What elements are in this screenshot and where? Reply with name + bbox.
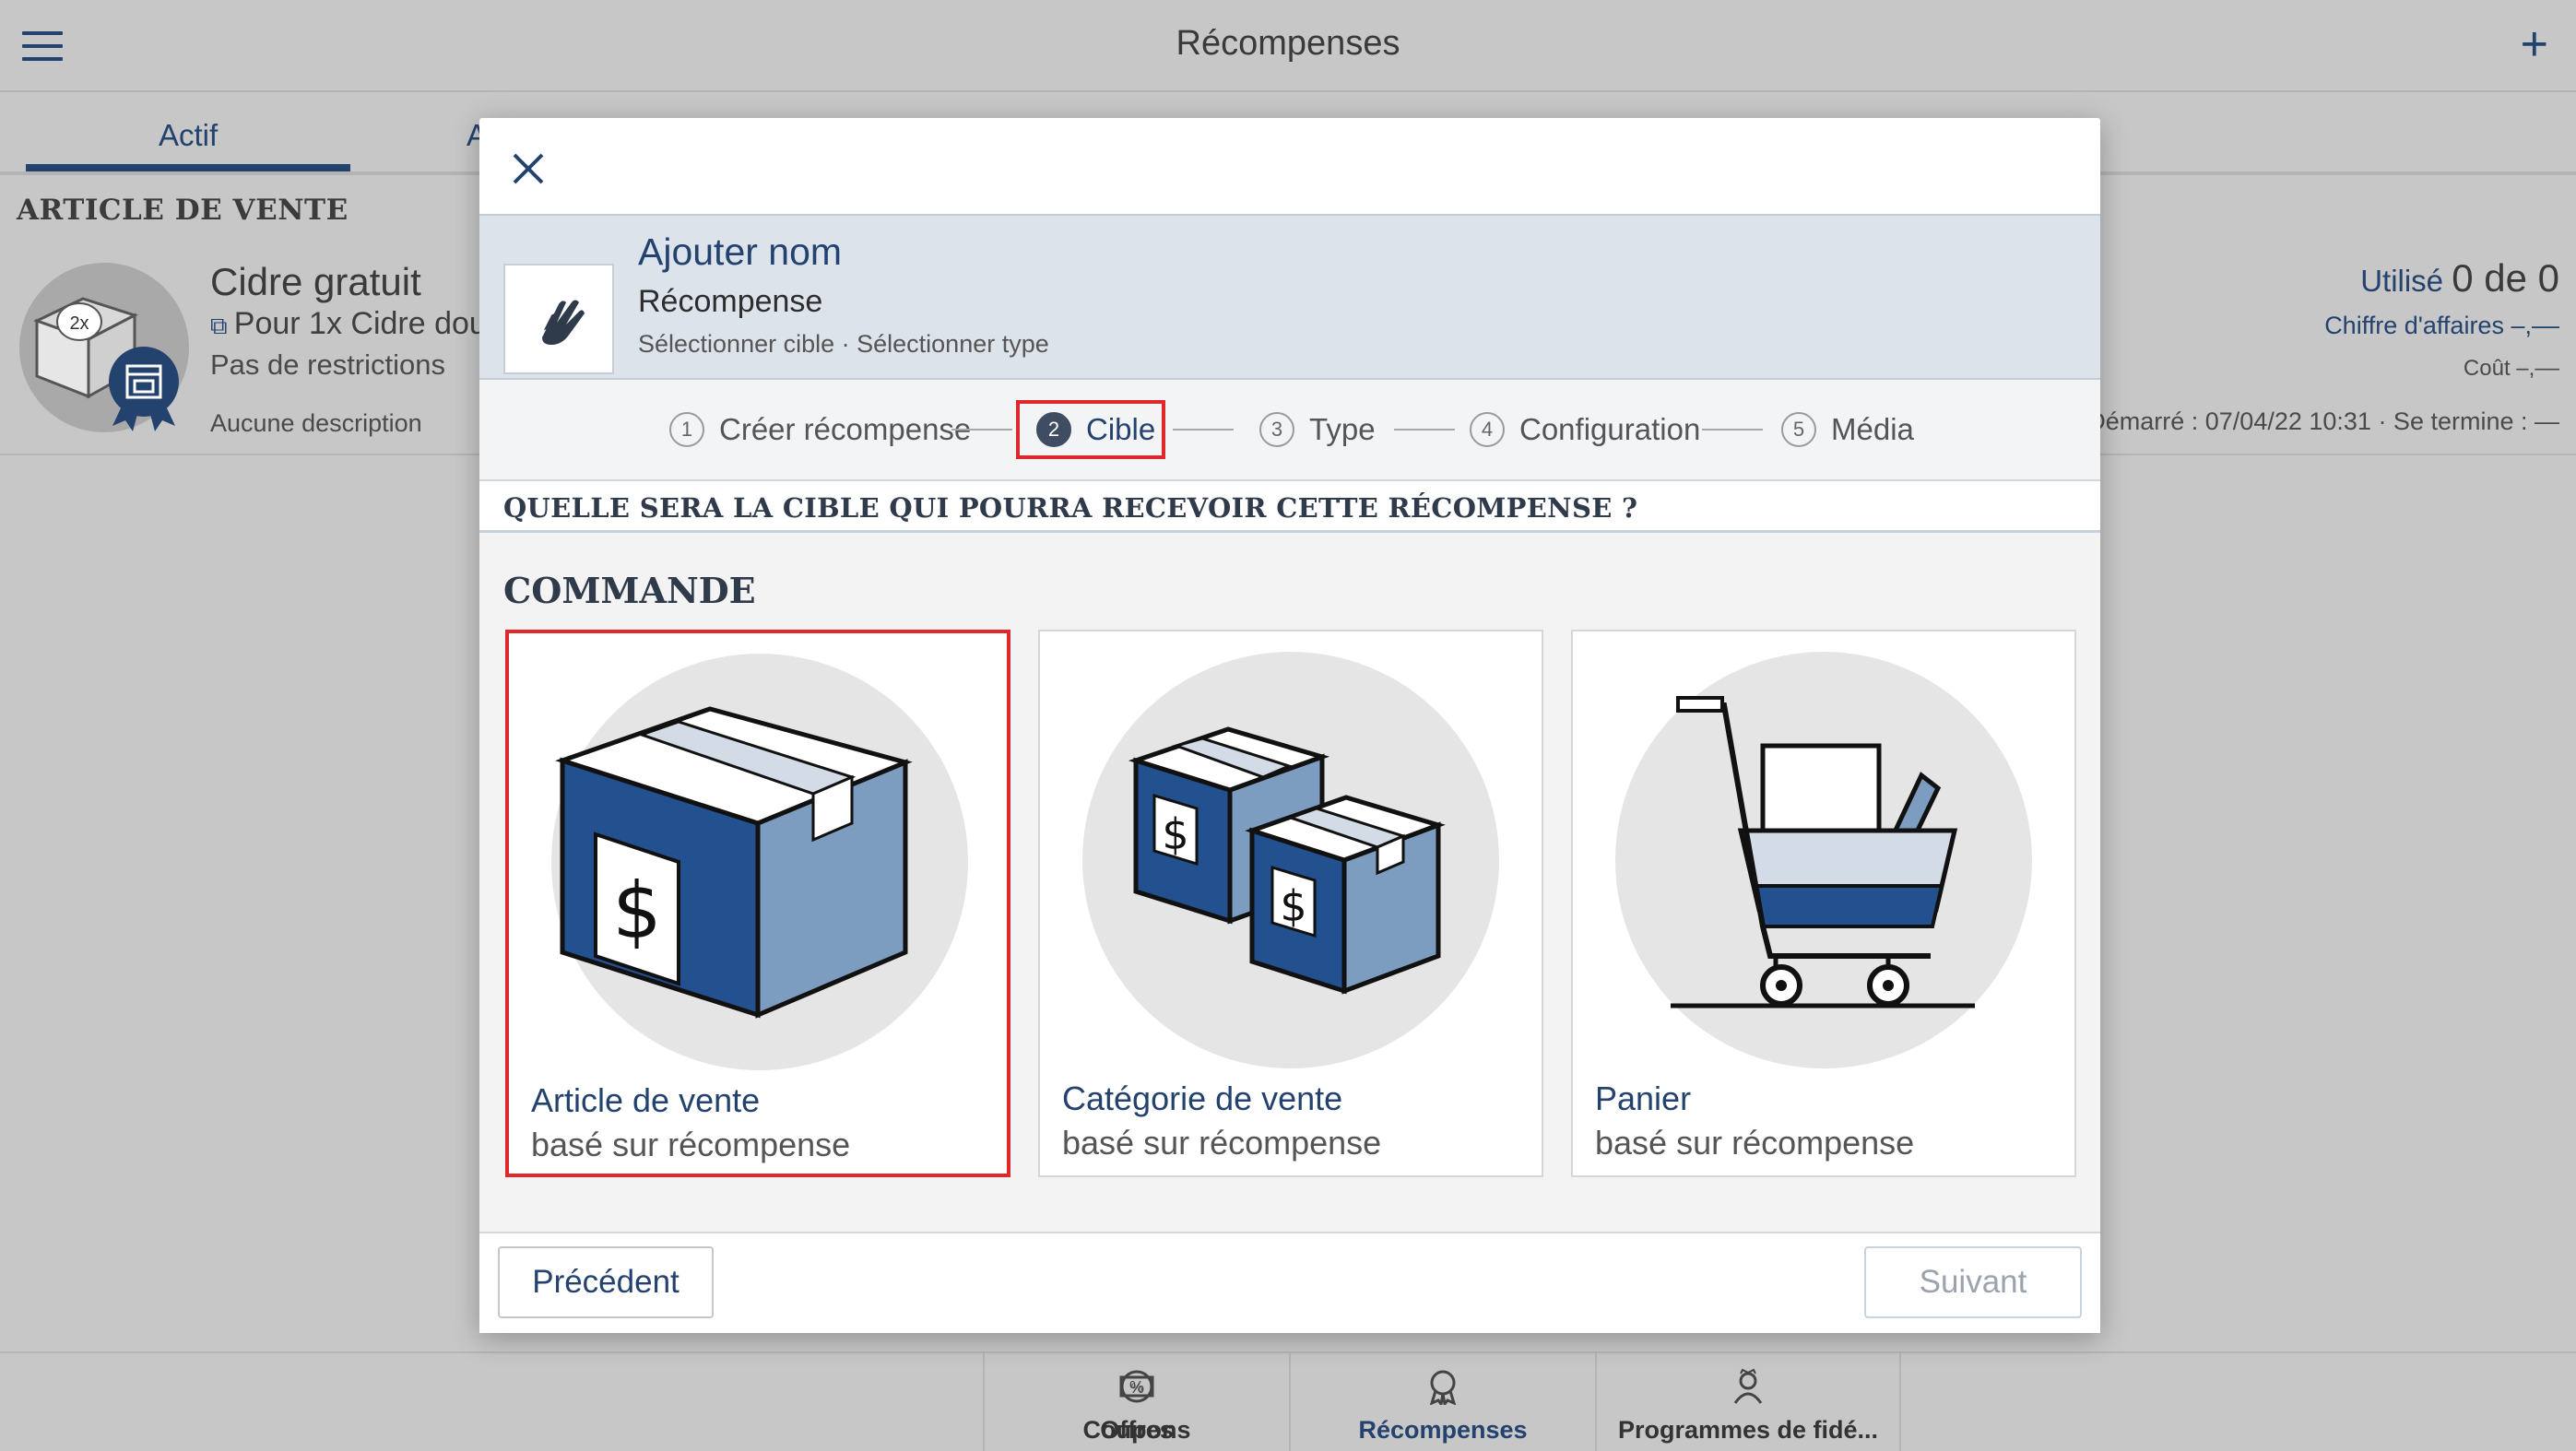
option-sales-category[interactable]: $ $ Catégorie de vente basé sur récompen…: [1038, 630, 1543, 1177]
page-title: Récompenses: [1176, 24, 1400, 63]
step-connector: [1702, 429, 1763, 431]
tab-active[interactable]: Actif: [159, 118, 218, 153]
step-label: Type: [1309, 412, 1376, 446]
step-media[interactable]: 5 Média: [1781, 411, 1914, 448]
wizard-stepper: 1 Créer récompense 2 Cible 3 Type 4 Conf…: [479, 380, 2100, 479]
nav-loyalty-label: Programmes de fidé...: [1617, 1416, 1879, 1444]
current-step-highlight: [1016, 400, 1165, 459]
hand-icon: [542, 300, 585, 345]
step-number: 4: [1470, 412, 1505, 447]
question-bar: QUELLE SERA LA CIBLE QUI POURRA RECEVOIR…: [479, 479, 2100, 533]
section-header: ARTICLE DE VENTE: [17, 194, 349, 227]
step-label: Configuration: [1519, 412, 1701, 446]
reward-thumbnail[interactable]: [503, 264, 614, 374]
step-number: 5: [1781, 412, 1816, 447]
step-type[interactable]: 3 Type: [1259, 411, 1376, 448]
dialog-footer: [479, 1232, 2100, 1333]
option-subtitle: basé sur récompense: [531, 1126, 851, 1163]
category-heading: COMMANDE: [503, 570, 756, 611]
item-cost: Coût –,––: [2463, 356, 2559, 381]
step-label: Média: [1831, 412, 1914, 446]
close-icon[interactable]: [507, 147, 549, 190]
option-sales-item[interactable]: $ Article de vente basé sur récompense: [505, 630, 1010, 1177]
svg-text:$: $: [1162, 809, 1188, 859]
step-label: Créer récompense: [719, 412, 972, 446]
item-title: Cidre gratuit: [210, 260, 421, 303]
step-number: 1: [669, 412, 704, 447]
option-subtitle: basé sur récompense: [1062, 1124, 1382, 1162]
bottom-navigation: % Offres % Coupons Récompenses Programme…: [0, 1351, 2576, 1451]
add-icon[interactable]: +: [2521, 20, 2548, 68]
reward-box-icon: 2x: [19, 263, 189, 432]
next-button[interactable]: Suivant: [1864, 1246, 2082, 1318]
step-configuration[interactable]: 4 Configuration: [1470, 411, 1700, 448]
reward-hint: Sélectionner cible · Sélectionner type: [638, 330, 1049, 358]
nav-rewards-label: Récompenses: [1358, 1416, 1528, 1444]
option-cart[interactable]: Panier basé sur récompense: [1571, 630, 2076, 1177]
usage-label: Utilisé: [2360, 264, 2444, 298]
option-title: Catégorie de vente: [1062, 1079, 1343, 1117]
create-reward-dialog: Ajouter nom Récompense Sélectionner cibl…: [479, 118, 2100, 1333]
item-subtitle-text: Pour 1x Cidre dou: [233, 306, 487, 341]
nav-loyalty[interactable]: Programmes de fidé...: [1595, 1353, 1901, 1451]
loyalty-icon: [1733, 1368, 1763, 1404]
reward-name[interactable]: Ajouter nom: [638, 230, 842, 274]
active-tab-indicator: [26, 164, 350, 171]
reward-icon: [1429, 1370, 1457, 1405]
usage-value: 0 de 0: [2452, 256, 2559, 300]
option-subtitle: basé sur récompense: [1595, 1124, 1915, 1162]
question-text: QUELLE SERA LA CIBLE QUI POURRA RECEVOIR…: [503, 492, 1638, 524]
step-connector: [1173, 429, 1234, 431]
nav-coupons-label: Coupons: [1082, 1416, 1191, 1444]
svg-text:$: $: [1280, 881, 1306, 931]
sales-category-boxes-icon: $ $: [1128, 726, 1446, 995]
item-subtitle: ⧉ Pour 1x Cidre dou: [210, 306, 487, 342]
item-dates: Démarré : 07/04/22 10:31 · Se termine : …: [2087, 407, 2559, 435]
coupon-icon: %: [1119, 1375, 1154, 1398]
svg-text:2x: 2x: [69, 313, 89, 334]
item-usage: Utilisé 0 de 0: [2360, 256, 2559, 301]
svg-text:%: %: [1131, 1380, 1142, 1395]
svg-text:$: $: [612, 866, 661, 956]
item-restrictions: Pas de restrictions: [210, 348, 445, 381]
option-title: Panier: [1595, 1079, 1692, 1117]
item-description: Aucune description: [210, 409, 422, 437]
shopping-cart-icon: [1671, 696, 1975, 1009]
app-header: Récompenses +: [0, 0, 2576, 92]
sales-item-icon: ⧉: [210, 312, 234, 339]
nav-rewards[interactable]: Récompenses: [1289, 1353, 1595, 1451]
sales-item-box-icon: $: [555, 706, 913, 1019]
step-connector: [1394, 429, 1455, 431]
step-create[interactable]: 1 Créer récompense: [669, 411, 971, 448]
step-connector: [951, 429, 1012, 431]
item-revenue: Chiffre d'affaires –,––: [2324, 312, 2559, 339]
option-title: Article de vente: [531, 1081, 761, 1119]
previous-button[interactable]: Précédent: [498, 1246, 714, 1318]
step-number: 3: [1259, 412, 1294, 447]
nav-coupons[interactable]: % Coupons: [983, 1353, 1289, 1451]
reward-type: Récompense: [638, 284, 823, 319]
